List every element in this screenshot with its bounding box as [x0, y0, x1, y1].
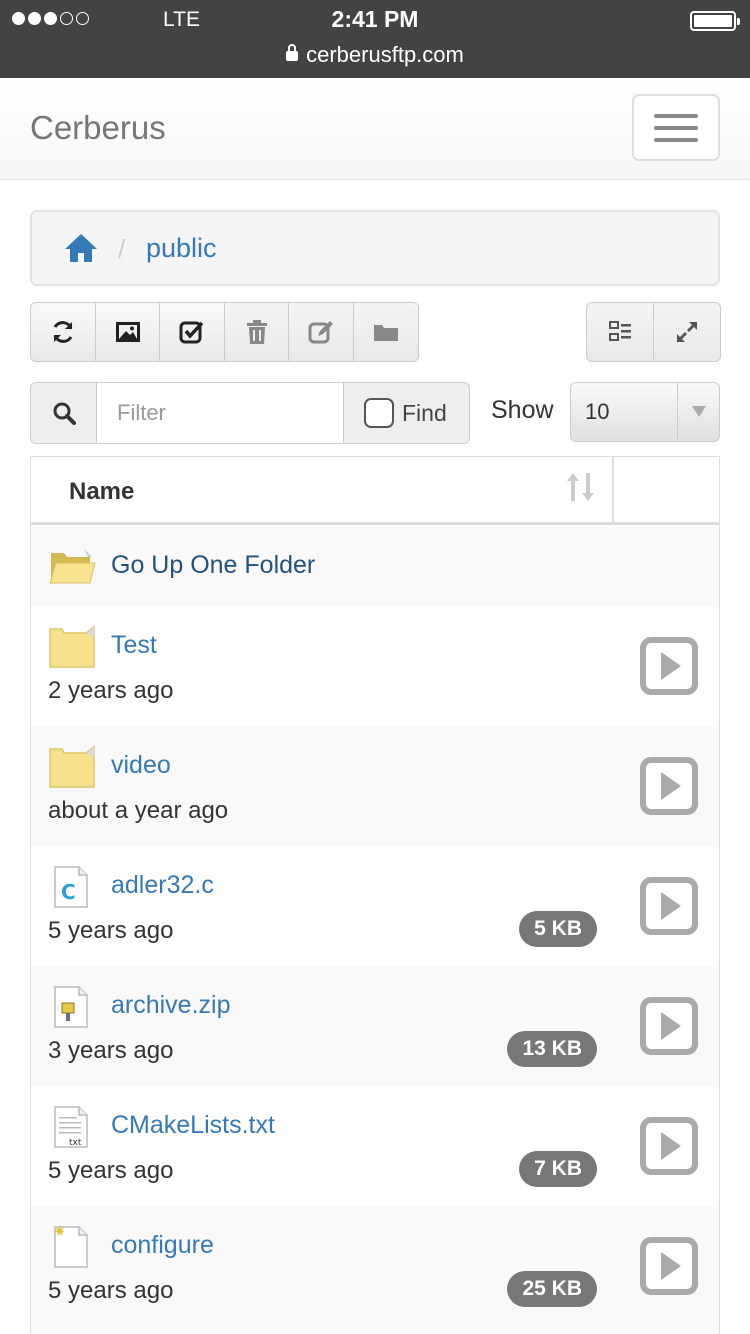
find-checkbox[interactable] — [364, 398, 394, 428]
tree-view-button[interactable] — [586, 302, 654, 362]
checkbox-check-icon — [179, 321, 204, 344]
battery-icon — [690, 11, 740, 31]
brand-logo[interactable]: Cerberus — [30, 109, 166, 147]
table-row[interactable]: txt CMakeLists.txt 5 years ago 7 KB — [31, 1087, 718, 1207]
refresh-icon — [53, 321, 73, 343]
table-row[interactable]: configure 5 years ago 25 KB — [31, 1207, 718, 1334]
file-actions-toolbar — [30, 302, 419, 362]
file-table: Name Go Up One Folder Test 2 years ago v… — [30, 456, 720, 1334]
tree-view-icon — [609, 321, 631, 341]
file-name-link[interactable]: CMakeLists.txt — [111, 1111, 275, 1140]
address-url: cerberusftp.com — [306, 42, 464, 67]
folder-icon — [373, 325, 398, 341]
navbar: Cerberus — [0, 78, 750, 180]
new-folder-button[interactable] — [352, 302, 419, 362]
play-icon[interactable] — [640, 877, 698, 935]
file-name-link[interactable]: video — [111, 751, 171, 780]
table-header: Name — [31, 457, 719, 525]
file-modified: 2 years ago — [48, 677, 174, 704]
txt-file-icon: txt — [54, 1106, 88, 1148]
page-size-select[interactable]: 10 — [570, 382, 720, 442]
breadcrumb-separator: / — [118, 234, 126, 264]
lock-icon — [286, 44, 299, 61]
show-label: Show — [491, 396, 554, 424]
expand-icon — [676, 322, 697, 342]
filter-group: Filter Find — [30, 382, 470, 444]
refresh-button[interactable] — [30, 302, 96, 362]
find-label: Find — [402, 399, 447, 426]
folder-icon — [49, 625, 95, 668]
view-toolbar — [586, 302, 721, 362]
play-icon[interactable] — [640, 757, 698, 815]
file-name-link[interactable]: configure — [111, 1231, 214, 1260]
find-toggle[interactable]: Find — [343, 382, 470, 444]
svg-text:txt: txt — [69, 1138, 82, 1148]
c-file-icon: C — [54, 866, 88, 908]
file-modified: 5 years ago — [48, 1157, 174, 1184]
play-icon[interactable] — [640, 1117, 698, 1175]
rename-button[interactable] — [288, 302, 354, 362]
fullscreen-button[interactable] — [652, 302, 721, 362]
file-modified: 5 years ago — [48, 1277, 174, 1304]
up-folder-label[interactable]: Go Up One Folder — [111, 551, 315, 580]
name-column-header[interactable]: Name — [69, 478, 134, 506]
open-folder-icon — [49, 549, 96, 584]
file-size-badge: 25 KB — [507, 1271, 597, 1307]
file-size-badge: 5 KB — [519, 911, 597, 947]
column-divider — [612, 457, 614, 525]
up-folder-row[interactable]: Go Up One Folder — [31, 527, 718, 607]
zip-file-icon — [54, 986, 88, 1028]
file-size-badge: 7 KB — [519, 1151, 597, 1187]
picture-icon — [115, 322, 140, 342]
menu-toggle-button[interactable] — [632, 94, 720, 161]
table-row[interactable]: Test 2 years ago — [31, 607, 718, 727]
breadcrumb: / public — [30, 210, 720, 286]
hamburger-menu-icon — [654, 114, 698, 118]
search-button[interactable] — [30, 382, 97, 444]
trash-icon — [246, 320, 267, 344]
file-name-link[interactable]: adler32.c — [111, 871, 214, 900]
clock: 2:41 PM — [331, 6, 419, 32]
select-button[interactable] — [159, 302, 225, 362]
svg-text:C: C — [61, 880, 76, 904]
status-bar: LTE 2:41 PM cerberusftp.com — [0, 0, 750, 78]
page-size-value: 10 — [585, 399, 610, 424]
play-icon[interactable] — [640, 997, 698, 1055]
home-icon[interactable] — [64, 232, 98, 264]
chevron-down-icon — [677, 383, 719, 440]
table-row[interactable]: video about a year ago — [31, 727, 718, 847]
file-modified: 5 years ago — [48, 917, 174, 944]
search-icon — [53, 402, 76, 425]
executable-file-icon — [54, 1225, 88, 1268]
play-icon[interactable] — [640, 637, 698, 695]
sort-icon[interactable] — [566, 471, 596, 503]
file-name-link[interactable]: archive.zip — [111, 991, 231, 1020]
file-name-link[interactable]: Test — [111, 631, 157, 660]
thumbnails-button[interactable] — [94, 302, 161, 362]
play-icon[interactable] — [640, 1237, 698, 1295]
folder-icon — [49, 745, 95, 788]
address-bar[interactable]: cerberusftp.com — [0, 42, 750, 68]
breadcrumb-current[interactable]: public — [146, 233, 217, 264]
filter-input[interactable]: Filter — [97, 382, 343, 444]
table-row[interactable]: archive.zip 3 years ago 13 KB — [31, 967, 718, 1087]
file-size-badge: 13 KB — [507, 1031, 597, 1067]
file-modified: 3 years ago — [48, 1037, 174, 1064]
edit-icon — [308, 321, 333, 344]
delete-button[interactable] — [223, 302, 290, 362]
table-row[interactable]: C adler32.c 5 years ago 5 KB — [31, 847, 718, 967]
file-modified: about a year ago — [48, 797, 229, 824]
